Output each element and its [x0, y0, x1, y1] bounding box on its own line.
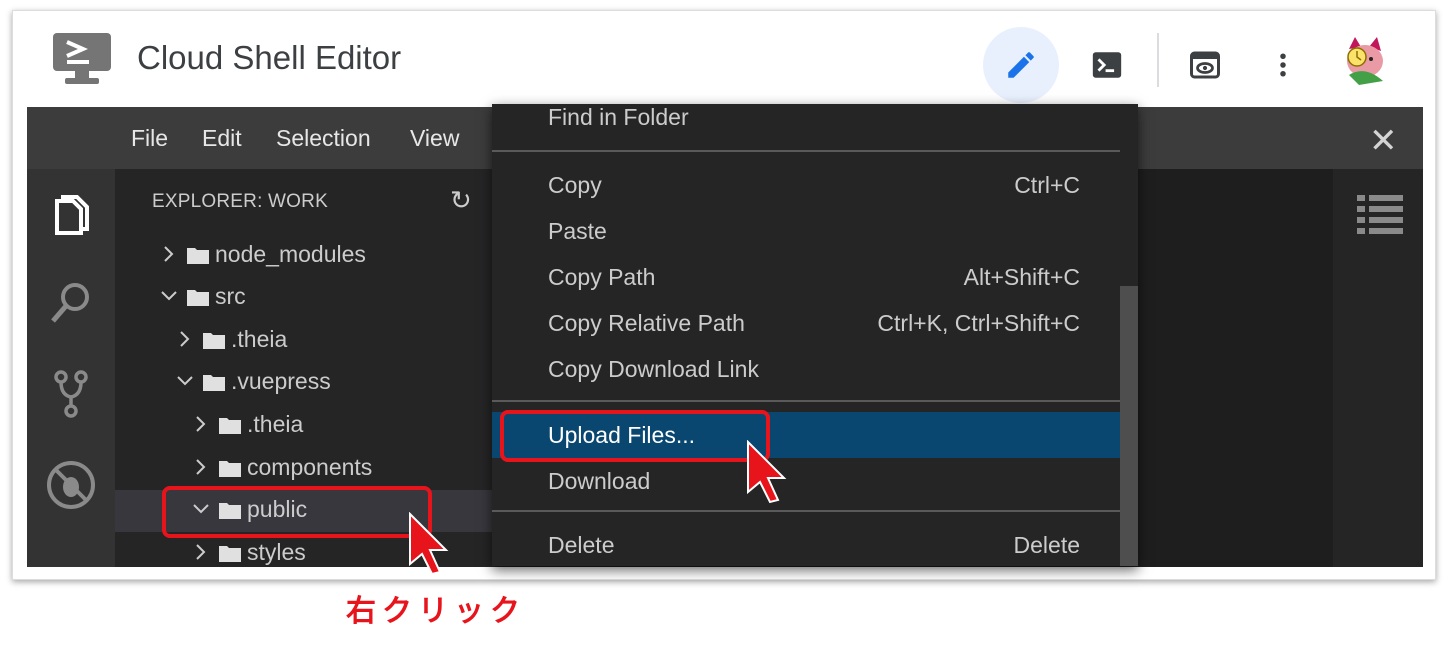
tree-row[interactable]: node_modules — [115, 235, 495, 277]
menu-file[interactable]: File — [131, 125, 168, 152]
menu-selection[interactable]: Selection — [276, 125, 371, 152]
search-icon[interactable] — [43, 275, 99, 331]
menu-scrollbar[interactable] — [1120, 286, 1138, 566]
explorer-icon[interactable] — [43, 191, 99, 247]
menu-item-shortcut: Alt+Shift+C — [963, 264, 1080, 290]
user-avatar[interactable] — [1339, 35, 1391, 87]
app-bar: Cloud Shell Editor — [13, 11, 1435, 107]
tree-row[interactable]: src — [115, 277, 495, 319]
debug-icon[interactable] — [43, 457, 99, 513]
tree-item-label: styles — [247, 539, 306, 565]
cloud-shell-logo-icon — [53, 33, 111, 84]
more-options-button[interactable] — [1245, 27, 1321, 103]
chevron-right-icon[interactable] — [191, 414, 211, 434]
folder-icon — [203, 375, 225, 391]
refresh-icon[interactable]: ↻ — [450, 185, 472, 216]
chevron-right-icon[interactable] — [191, 542, 211, 562]
cursor-arrow-icon — [747, 440, 787, 504]
tree-item-label: src — [215, 283, 246, 309]
tree-row[interactable]: .theia — [115, 320, 495, 362]
cursor-arrow-icon — [409, 512, 449, 576]
menu-edit[interactable]: Edit — [202, 125, 242, 152]
edit-mode-button[interactable] — [983, 27, 1059, 103]
more-vert-icon — [1280, 53, 1286, 77]
pencil-icon — [1008, 52, 1034, 78]
web-preview-button[interactable] — [1167, 27, 1243, 103]
menu-separator — [492, 400, 1120, 402]
context-menu-item[interactable]: Copy Path Alt+Shift+C — [492, 254, 1120, 300]
source-control-icon[interactable] — [43, 365, 99, 421]
chevron-down-icon[interactable] — [175, 371, 195, 391]
menu-item-label: Copy Download Link — [548, 356, 759, 382]
menu-item-label: Delete — [548, 532, 615, 558]
activity-bar — [27, 169, 115, 567]
outline-list-icon[interactable] — [1357, 195, 1403, 235]
menu-item-shortcut: Delete — [1013, 532, 1080, 558]
context-menu-item[interactable]: Delete Delete — [492, 522, 1120, 566]
tree-item-label: .theia — [231, 326, 288, 352]
context-menu-item[interactable]: Copy Ctrl+C — [492, 162, 1120, 208]
terminal-icon — [1092, 52, 1122, 78]
menu-item-label: Find in Folder — [548, 104, 689, 130]
tree-item-label: node_modules — [215, 241, 366, 267]
tree-row[interactable]: components — [115, 448, 495, 490]
menu-item-shortcut: Ctrl+C — [1014, 172, 1080, 198]
menu-item-label: Copy Relative Path — [548, 310, 745, 336]
tree-item-label: .theia — [247, 411, 304, 437]
context-menu-item[interactable]: Copy Relative Path Ctrl+K, Ctrl+Shift+C — [492, 300, 1120, 346]
menu-item-label: Copy — [548, 172, 602, 198]
open-terminal-button[interactable] — [1069, 27, 1145, 103]
app-title: Cloud Shell Editor — [137, 39, 402, 76]
folder-icon — [187, 248, 209, 264]
explorer-title: EXPLORER: WORK — [152, 191, 328, 212]
context-menu: Find in Folder Copy Ctrl+C Paste Copy Path Al… — [492, 104, 1138, 566]
preview-icon — [1190, 51, 1220, 79]
close-icon[interactable]: ✕ — [1369, 121, 1398, 161]
menu-view[interactable]: View — [410, 125, 459, 152]
annotation-box-upload — [500, 410, 770, 462]
menu-item-label: Paste — [548, 218, 607, 244]
context-menu-item[interactable]: Paste — [492, 208, 1120, 254]
menu-item-label: Copy Path — [548, 264, 656, 290]
annotation-caption: 右クリック — [346, 595, 526, 628]
menu-separator — [492, 150, 1120, 152]
folder-icon — [187, 290, 209, 306]
context-menu-item[interactable]: Download — [492, 458, 1120, 504]
chevron-down-icon[interactable] — [159, 286, 179, 306]
outline-panel — [1333, 169, 1423, 567]
tree-row[interactable]: .vuepress — [115, 362, 495, 404]
folder-icon — [219, 461, 241, 477]
menu-separator — [492, 510, 1120, 512]
tree-item-label: .vuepress — [231, 368, 331, 394]
tree-item-label: components — [247, 454, 373, 480]
menu-item-label: Download — [548, 468, 651, 494]
context-menu-item[interactable]: Copy Download Link — [492, 346, 1120, 392]
annotation-box-public — [162, 486, 432, 538]
chevron-right-icon[interactable] — [191, 457, 211, 477]
context-menu-item[interactable]: Find in Folder — [492, 104, 1120, 140]
toolbar-divider — [1157, 33, 1159, 87]
menu-item-shortcut: Ctrl+K, Ctrl+Shift+C — [877, 310, 1080, 336]
folder-icon — [203, 333, 225, 349]
folder-icon — [219, 546, 241, 562]
chevron-right-icon[interactable] — [175, 329, 195, 349]
tree-row[interactable]: .theia — [115, 405, 495, 447]
folder-icon — [219, 418, 241, 434]
chevron-right-icon[interactable] — [159, 244, 179, 264]
